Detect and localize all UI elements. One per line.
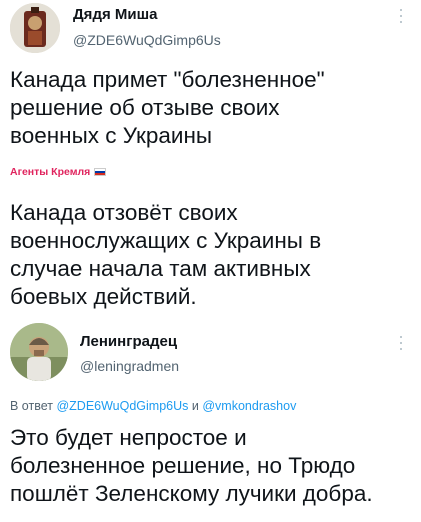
channel-name: Агенты Кремля xyxy=(10,166,91,178)
display-name[interactable]: Ленинградец xyxy=(80,333,177,350)
reply-mention-link[interactable]: @ZDE6WuQdGimp6Us xyxy=(56,399,188,413)
flag-icon xyxy=(94,168,107,176)
avatar[interactable] xyxy=(10,3,60,53)
quote-line: военнослужащих с Украины в xyxy=(10,228,322,253)
tweet-line: пошлёт Зеленскому лучики добра. xyxy=(10,481,373,506)
avatar-image xyxy=(10,323,68,381)
tweet-1[interactable]: Дядя Миша @ZDE6WuQdGimp6Us Канада примет… xyxy=(0,0,421,320)
quote-line: случае начала там активных xyxy=(10,256,311,281)
tweet-line: Это будет непростое и xyxy=(10,425,247,450)
user-handle[interactable]: @leningradmen xyxy=(80,358,179,374)
more-icon[interactable] xyxy=(400,336,404,350)
reply-context: В ответ @ZDE6WuQdGimp6Us и @vmkondrashov xyxy=(10,399,296,413)
tweet-text: Это будет непростое и болезненное решени… xyxy=(10,424,415,508)
quote-line: боевых действий. xyxy=(10,284,197,309)
more-icon[interactable] xyxy=(400,9,404,23)
tweet-line: Канада примет "болезненное" xyxy=(10,67,325,92)
tweet-line: военных с Украины xyxy=(10,123,213,148)
quote-line: Канада отзовёт своих xyxy=(10,200,238,225)
display-name[interactable]: Дядя Миша xyxy=(73,6,157,23)
tweet-line: решение об отзыве своих xyxy=(10,95,280,120)
tweet-text: Канада примет "болезненное" решение об о… xyxy=(10,66,415,150)
reply-and: и xyxy=(191,399,199,413)
user-handle[interactable]: @ZDE6WuQdGimp6Us xyxy=(73,32,221,48)
quoted-text: Канада отзовёт своих военнослужащих с Ук… xyxy=(10,199,415,311)
channel-label: Агенты Кремля xyxy=(10,166,107,178)
tweet-line: болезненное решение, но Трюдо xyxy=(10,453,356,478)
tweet-2[interactable]: Ленинградец @leningradmen В ответ @ZDE6W… xyxy=(0,320,421,522)
reply-mention-link[interactable]: @vmkondrashov xyxy=(202,399,296,413)
reply-prefix: В ответ xyxy=(10,399,53,413)
avatar[interactable] xyxy=(10,323,68,381)
avatar-image xyxy=(10,3,60,53)
